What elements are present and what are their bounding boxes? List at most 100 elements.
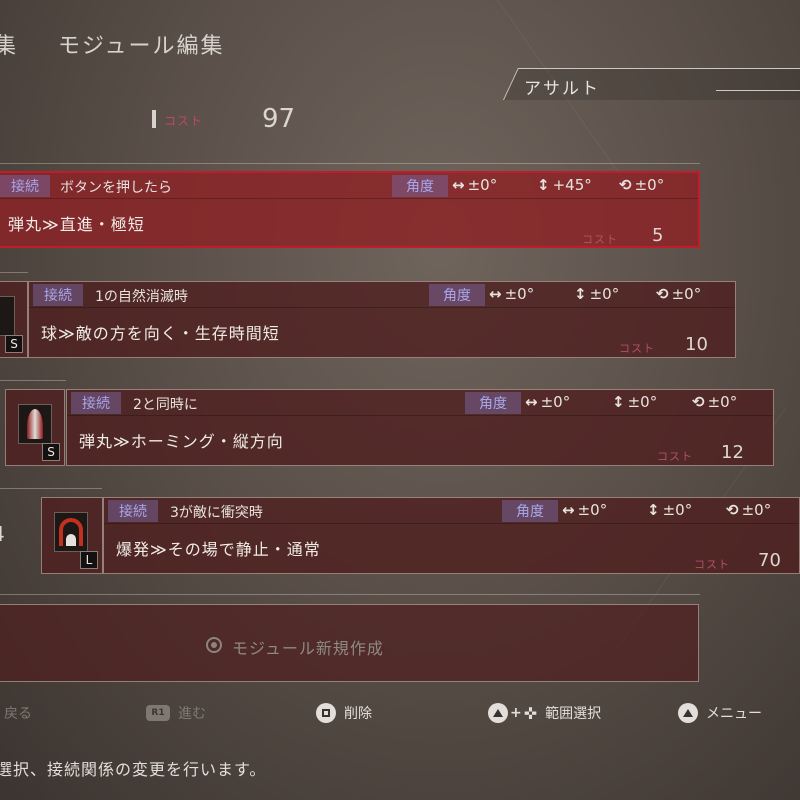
size-badge: S bbox=[42, 443, 60, 461]
divider bbox=[0, 594, 700, 595]
module-card-3[interactable]: 接続 2と同時に 角度 ↔ ±0° ↕ ±0° ⟲ ±0° 弾丸≫ホーミング・縦方向 … bbox=[66, 389, 774, 466]
total-cost-label: コスト bbox=[164, 114, 204, 128]
angle-vertical: ↕ ±0° bbox=[612, 393, 657, 411]
angle-rotation: ⟲ ±0° bbox=[619, 176, 664, 194]
divider bbox=[0, 488, 102, 489]
angle-rotation-value: ±0° bbox=[671, 285, 702, 303]
vertical-arrow-icon: ↕ bbox=[612, 393, 625, 411]
angle-vertical: ↕ ±0° bbox=[574, 285, 619, 303]
module-cost-label: コスト bbox=[619, 342, 655, 355]
angle-horizontal-value: ±0° bbox=[577, 501, 608, 519]
rotate-icon: ⟲ bbox=[656, 285, 669, 303]
module-cost-label: コスト bbox=[657, 450, 693, 463]
angle-rotation-value: ±0° bbox=[707, 393, 738, 411]
square-button-icon bbox=[316, 703, 336, 723]
module-thumb-3[interactable]: S bbox=[5, 389, 65, 466]
module-thumb-2[interactable]: S bbox=[0, 281, 28, 358]
divider bbox=[0, 163, 700, 164]
angle-rotation: ⟲ ±0° bbox=[726, 501, 771, 519]
angle-horizontal-value: ±0° bbox=[467, 176, 498, 194]
angle-vertical-value: ±0° bbox=[627, 393, 658, 411]
dpad-icon: ✜ bbox=[523, 703, 538, 723]
angle-horizontal-value: ±0° bbox=[540, 393, 571, 411]
connect-badge: 接続 bbox=[33, 284, 83, 306]
preset-name: アサルト bbox=[524, 79, 600, 99]
divider bbox=[0, 272, 28, 273]
total-cost-marker bbox=[152, 110, 156, 128]
preset-tab-edge bbox=[690, 68, 800, 69]
delete-control[interactable]: 削除 bbox=[316, 703, 372, 723]
size-badge: L bbox=[80, 551, 98, 569]
module-cost-value: 70 bbox=[758, 550, 781, 571]
menu-control[interactable]: メニュー bbox=[678, 703, 762, 723]
angle-badge: 角度 bbox=[502, 500, 558, 522]
vertical-arrow-icon: ↕ bbox=[574, 285, 587, 303]
module-index-4: 4 bbox=[0, 522, 5, 546]
module-cost-label: コスト bbox=[694, 558, 730, 571]
divider bbox=[0, 380, 66, 381]
horizontal-arrow-icon: ↔ bbox=[525, 393, 538, 411]
range-select-control[interactable]: + ✜ 範囲選択 bbox=[488, 703, 601, 723]
back-control[interactable]: 戻る bbox=[4, 703, 32, 723]
angle-vertical: ↕ +45° bbox=[537, 176, 592, 194]
r1-button-icon: R1 bbox=[146, 705, 170, 721]
size-badge: S bbox=[5, 335, 23, 353]
angle-badge: 角度 bbox=[429, 284, 485, 306]
angle-vertical-value: ±0° bbox=[662, 501, 693, 519]
header-prev-tab[interactable]: 集 bbox=[0, 28, 18, 60]
new-module-label: モジュール新規作成 bbox=[232, 639, 384, 658]
angle-badge: 角度 bbox=[465, 392, 521, 414]
angle-rotation-value: ±0° bbox=[741, 501, 772, 519]
module-name: 球≫敵の方を向く・生存時間短 bbox=[41, 324, 280, 343]
module-condition: ボタンを押したら bbox=[60, 180, 172, 196]
explosion-icon bbox=[54, 512, 88, 552]
vertical-arrow-icon: ↕ bbox=[537, 176, 550, 194]
module-card-1[interactable]: 接続 ボタンを押したら 角度 ↔ ±0° ↕ +45° ⟲ ±0° 弾丸≫直進・極短 … bbox=[0, 171, 700, 248]
connect-badge: 接続 bbox=[71, 392, 121, 414]
next-label: 進む bbox=[178, 706, 206, 722]
module-cost-value: 10 bbox=[685, 334, 708, 355]
bullet-icon bbox=[18, 404, 52, 444]
angle-rotation-value: ±0° bbox=[634, 176, 665, 194]
module-cost-value: 5 bbox=[652, 225, 664, 246]
delete-label: 削除 bbox=[344, 706, 372, 722]
module-card-2[interactable]: 接続 1の自然消滅時 角度 ↔ ±0° ↕ ±0° ⟲ ±0° 球≫敵の方を向く・生存… bbox=[28, 281, 736, 358]
triangle-button-icon bbox=[678, 703, 698, 723]
horizontal-arrow-icon: ↔ bbox=[562, 501, 575, 519]
angle-horizontal: ↔ ±0° bbox=[562, 501, 607, 519]
triangle-button-icon bbox=[488, 703, 508, 723]
help-text: 選択、接続関係の変更を行います。 bbox=[0, 760, 267, 779]
connect-badge: 接続 bbox=[0, 175, 50, 197]
module-card-4[interactable]: 接続 3が敵に衝突時 角度 ↔ ±0° ↕ ±0° ⟲ ±0° 爆発≫その場で静止・通… bbox=[103, 497, 800, 574]
module-header: 接続 2と同時に 角度 ↔ ±0° ↕ ±0° ⟲ ±0° bbox=[67, 390, 773, 416]
angle-horizontal: ↔ ±0° bbox=[452, 176, 497, 194]
horizontal-arrow-icon: ↔ bbox=[452, 176, 465, 194]
angle-horizontal-value: ±0° bbox=[504, 285, 535, 303]
module-name: 弾丸≫直進・極短 bbox=[8, 215, 145, 234]
module-header: 接続 3が敵に衝突時 角度 ↔ ±0° ↕ ±0° ⟲ ±0° bbox=[104, 498, 799, 524]
angle-horizontal: ↔ ±0° bbox=[489, 285, 534, 303]
angle-vertical: ↕ ±0° bbox=[647, 501, 692, 519]
module-cost-value: 12 bbox=[721, 442, 744, 463]
angle-badge: 角度 bbox=[392, 175, 448, 197]
module-cost-label: コスト bbox=[582, 233, 618, 246]
menu-label: メニュー bbox=[706, 706, 762, 722]
back-label: 戻る bbox=[4, 706, 32, 722]
next-control[interactable]: R1 進む bbox=[146, 703, 206, 723]
connect-badge: 接続 bbox=[108, 500, 158, 522]
plus-icon: + bbox=[510, 705, 522, 721]
preset-tab-edge bbox=[716, 90, 800, 91]
radio-circle-icon bbox=[206, 637, 222, 653]
module-header: 接続 ボタンを押したら 角度 ↔ ±0° ↕ +45° ⟲ ±0° bbox=[0, 173, 698, 199]
angle-vertical-value: ±0° bbox=[589, 285, 620, 303]
module-thumb-4[interactable]: L bbox=[41, 497, 103, 574]
angle-rotation: ⟲ ±0° bbox=[692, 393, 737, 411]
vertical-arrow-icon: ↕ bbox=[647, 501, 660, 519]
module-condition: 2と同時に bbox=[133, 397, 198, 413]
module-name: 爆発≫その場で静止・通常 bbox=[116, 540, 321, 559]
total-cost-value: 97 bbox=[262, 104, 296, 134]
module-name: 弾丸≫ホーミング・縦方向 bbox=[79, 432, 284, 451]
rotate-icon: ⟲ bbox=[692, 393, 705, 411]
horizontal-arrow-icon: ↔ bbox=[489, 285, 502, 303]
page-title: モジュール編集 bbox=[58, 34, 225, 59]
